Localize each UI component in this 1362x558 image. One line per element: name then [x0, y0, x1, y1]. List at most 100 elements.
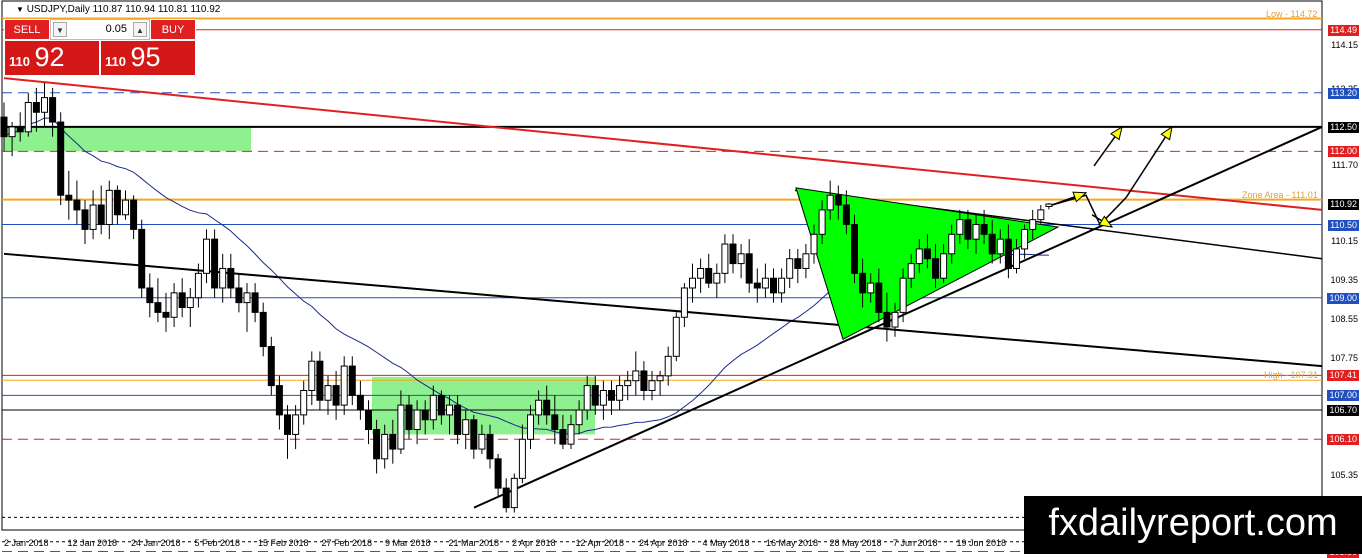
- candle-body: [648, 380, 656, 391]
- price-tick-label: 108.55: [1330, 313, 1358, 324]
- candle-body: [956, 219, 964, 235]
- candle-body: [591, 385, 599, 406]
- candle-body: [713, 272, 721, 284]
- one-click-trading-panel: SELL ▼ 0.05 ▲ BUY 110 92 110 95: [4, 19, 196, 76]
- candle-body: [632, 370, 640, 382]
- date-tick-label: 24 Jan 2018: [131, 538, 181, 548]
- buy-price-box[interactable]: 110 95: [100, 40, 196, 76]
- candle-body: [972, 224, 980, 240]
- candle-body: [996, 238, 1004, 255]
- level-price-label: 112.50: [1328, 121, 1359, 133]
- candle-body: [57, 121, 65, 196]
- candle-body: [348, 365, 356, 396]
- candle-body: [259, 311, 267, 348]
- sell-button[interactable]: SELL: [4, 19, 50, 40]
- lot-size-stepper[interactable]: ▼ 0.05 ▲: [50, 19, 150, 40]
- candle-body: [656, 375, 664, 382]
- level-annotation: Low - 114.72: [1266, 8, 1318, 19]
- candle-body: [842, 204, 850, 226]
- candle-body: [122, 199, 129, 216]
- candle-body: [551, 414, 559, 431]
- candle-body: [1029, 219, 1037, 230]
- candle-body: [988, 233, 996, 255]
- candle-body: [211, 238, 219, 289]
- candle-body: [316, 360, 324, 401]
- candle-body: [251, 292, 259, 313]
- buy-price-prefix: 110: [105, 54, 126, 69]
- candle-body: [859, 272, 867, 294]
- date-tick-label: 24 Apr 2018: [639, 538, 688, 548]
- price-tick-label: 109.35: [1330, 274, 1358, 285]
- date-tick-label: 28 May 2018: [829, 538, 882, 548]
- candle-body: [219, 267, 227, 289]
- candle-body: [405, 404, 413, 431]
- candle-body: [518, 438, 526, 479]
- lot-size-value[interactable]: 0.05: [106, 20, 127, 39]
- candle-body: [470, 419, 478, 450]
- candle-body: [138, 228, 146, 289]
- candle-body: [97, 204, 105, 226]
- resistance-zone-box: [4, 127, 251, 152]
- sell-price-prefix: 110: [9, 54, 30, 69]
- buy-button[interactable]: BUY: [150, 19, 196, 40]
- candle-body: [65, 194, 73, 201]
- candle-body: [454, 404, 462, 435]
- symbol-ohlc-header: USDJPY,Daily 110.87 110.94 110.81 110.92: [26, 4, 221, 15]
- candle-body: [883, 311, 891, 328]
- candle-body: [381, 433, 389, 460]
- candle-body: [867, 282, 875, 294]
- candle-body: [778, 277, 786, 294]
- price-tick-label: 105.35: [1330, 469, 1358, 480]
- candle-body: [810, 233, 818, 255]
- candle-body: [170, 292, 178, 318]
- candle-body: [146, 287, 154, 304]
- candle-body: [818, 209, 826, 235]
- candle-body: [227, 267, 235, 289]
- level-price-label: 113.20: [1328, 87, 1359, 99]
- candle-body: [834, 194, 842, 206]
- dropdown-triangle-icon[interactable]: ▼: [16, 5, 24, 14]
- candle-body: [162, 311, 170, 318]
- level-price-label: 110.92: [1328, 199, 1359, 211]
- lot-increase-icon[interactable]: ▲: [133, 22, 147, 37]
- candle-body: [478, 433, 486, 450]
- candle-body: [235, 287, 243, 304]
- candle-body: [907, 263, 915, 279]
- sell-price-box[interactable]: 110 92: [4, 40, 100, 76]
- date-tick-label: 12 Apr 2018: [575, 538, 625, 548]
- buy-price-suffix: 95: [130, 42, 161, 72]
- candle-body: [340, 365, 348, 406]
- date-tick-label: 19 Jun 2018: [956, 538, 1007, 548]
- price-chart[interactable]: [0, 0, 1362, 554]
- price-tick-label: 110.15: [1331, 235, 1358, 246]
- candle-body: [761, 277, 769, 289]
- candle-body: [932, 258, 939, 279]
- candle-body: [373, 429, 381, 460]
- candle-body: [923, 248, 931, 260]
- candle-body: [826, 194, 834, 211]
- sell-price-suffix: 92: [34, 42, 65, 72]
- date-tick-label: 15 Feb 2018: [258, 538, 309, 548]
- level-price-label: 110.50: [1328, 219, 1359, 231]
- candle-body: [8, 126, 16, 138]
- candle-body: [0, 116, 8, 138]
- lot-decrease-icon[interactable]: ▼: [53, 22, 67, 37]
- candle-body: [608, 389, 615, 401]
- date-tick-label: 9 Mar 2018: [385, 538, 431, 548]
- candle-body: [49, 97, 57, 123]
- candle-body: [948, 233, 956, 255]
- candle-body: [616, 385, 624, 401]
- candle-body: [284, 414, 291, 435]
- candle-body: [664, 355, 672, 377]
- candle-body: [356, 394, 364, 411]
- date-tick-label: 12 Jan 2018: [67, 538, 118, 548]
- candle-body: [875, 282, 883, 313]
- level-annotation: Zone Area - 111.01: [1242, 189, 1318, 200]
- candle-body: [802, 253, 810, 269]
- candle-body: [89, 204, 97, 230]
- candle-body: [389, 433, 397, 450]
- candle-body: [1004, 238, 1012, 269]
- candle-body: [300, 389, 308, 416]
- date-tick-label: 27 Feb 2018: [321, 538, 373, 548]
- candle-body: [494, 458, 502, 489]
